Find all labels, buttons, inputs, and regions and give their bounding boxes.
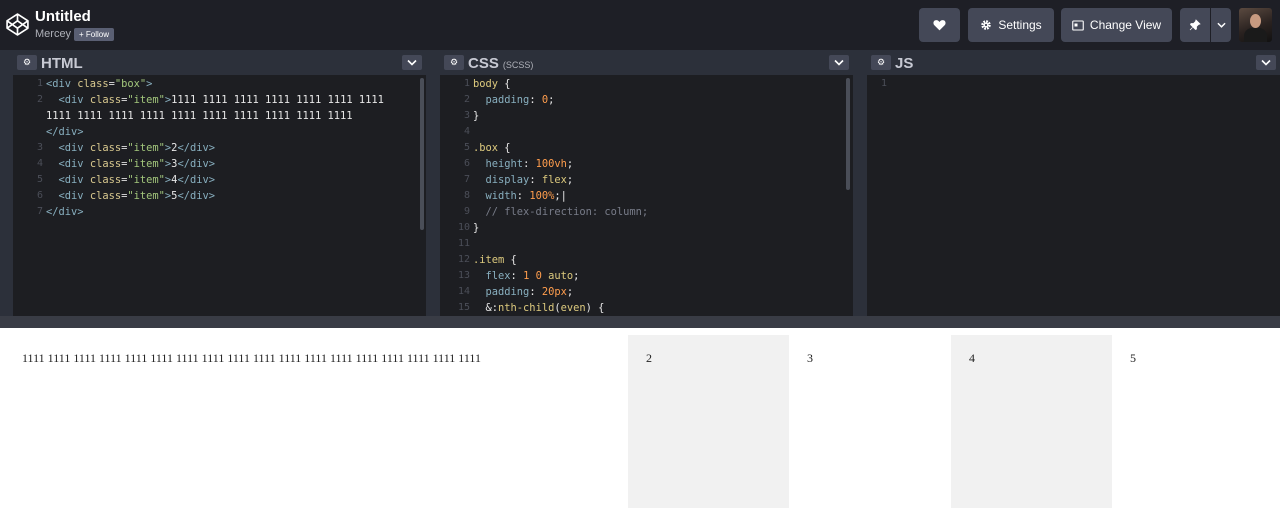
js-settings-button[interactable]: ⚙ bbox=[871, 55, 891, 70]
pin-dropdown-button[interactable] bbox=[1211, 8, 1231, 42]
code-line: 2 <div class="item">1111 1111 1111 1111 … bbox=[36, 94, 384, 106]
avatar-body bbox=[1244, 28, 1267, 42]
code-line: 1 <div class="box"> bbox=[36, 78, 153, 90]
settings-label: Settings bbox=[998, 18, 1042, 32]
code-line: 1 bbox=[880, 78, 887, 89]
html-panel-header: ⚙ HTML bbox=[13, 50, 426, 75]
code-line: 1111 1111 1111 1111 1111 1111 1111 1111 … bbox=[46, 110, 353, 122]
code-line: 13 flex: 1 0 auto; bbox=[457, 270, 580, 282]
code-line: 4 <div class="item">3</div> bbox=[36, 158, 215, 170]
html-scrollbar[interactable] bbox=[420, 78, 424, 230]
preview-item-4: 4 bbox=[951, 335, 1112, 508]
preview-item-3: 3 bbox=[807, 351, 813, 365]
css-settings-button[interactable]: ⚙ bbox=[444, 55, 464, 70]
code-line: </div> bbox=[46, 126, 84, 138]
preview-item-1: 1111 1111 1111 1111 1111 1111 1111 1111 … bbox=[22, 351, 481, 365]
code-line: 12 .item { bbox=[457, 254, 517, 266]
css-preprocessor-label: (SCSS) bbox=[502, 60, 534, 70]
pin-button[interactable] bbox=[1180, 8, 1210, 42]
avatar-face bbox=[1250, 14, 1261, 28]
author-name[interactable]: Mercey bbox=[35, 28, 71, 40]
js-editor[interactable]: 1 bbox=[867, 76, 1280, 316]
code-line: 5 <div class="item">4</div> bbox=[36, 174, 215, 186]
js-panel-menu-button[interactable] bbox=[1256, 55, 1276, 70]
code-line: 15 &:nth-child(even) { bbox=[457, 302, 605, 314]
pen-title[interactable]: Untitled bbox=[35, 8, 91, 25]
js-panel: ⚙ JS 1 bbox=[867, 50, 1280, 316]
code-line: 6 height: 100vh; bbox=[463, 158, 574, 170]
settings-button[interactable]: Settings bbox=[968, 8, 1054, 42]
chevron-down-icon bbox=[1216, 22, 1226, 28]
code-line: 1 body { bbox=[463, 78, 511, 90]
chevron-down-icon bbox=[834, 59, 844, 66]
html-settings-button[interactable]: ⚙ bbox=[17, 55, 37, 70]
css-panel-title: CSS (SCSS) bbox=[468, 55, 534, 72]
chevron-down-icon bbox=[1261, 59, 1271, 66]
preview-item-2: 2 bbox=[628, 335, 789, 508]
chevron-down-icon bbox=[407, 59, 417, 66]
html-panel: ⚙ HTML 1 <div class="box"> 2 <div class="… bbox=[13, 50, 426, 316]
change-view-label: Change View bbox=[1089, 18, 1162, 32]
gear-icon bbox=[981, 20, 992, 30]
change-view-button[interactable]: Change View bbox=[1061, 8, 1172, 42]
css-editor[interactable]: 1 body { 2 padding: 0; 3} 4 5 .box { 6 hei… bbox=[440, 76, 853, 316]
css-panel-menu-button[interactable] bbox=[829, 55, 849, 70]
js-panel-header: ⚙ JS bbox=[867, 50, 1280, 75]
preview-item-5: 5 bbox=[1130, 351, 1136, 365]
html-panel-title: HTML bbox=[41, 55, 83, 72]
css-panel: ⚙ CSS (SCSS) 1 body { 2 padding: 0; 3} 4 5… bbox=[440, 50, 853, 316]
code-line: 10} bbox=[457, 222, 480, 234]
code-line: 4 bbox=[463, 126, 470, 137]
code-line: 2 padding: 0; bbox=[463, 94, 555, 106]
code-line: 9 // flex-direction: column; bbox=[463, 206, 649, 218]
change-view-icon bbox=[1072, 19, 1084, 31]
code-line: 7 </div> bbox=[36, 206, 84, 218]
code-line: 6 <div class="item">5</div> bbox=[36, 190, 215, 202]
html-panel-menu-button[interactable] bbox=[402, 55, 422, 70]
code-line: 8 width: 100%;| bbox=[463, 190, 567, 202]
resize-bar[interactable] bbox=[0, 316, 1280, 328]
code-line: 11 bbox=[457, 238, 470, 249]
html-editor[interactable]: 1 <div class="box"> 2 <div class="item">1… bbox=[13, 76, 426, 316]
codepen-logo-icon[interactable] bbox=[5, 12, 30, 37]
js-panel-title: JS bbox=[895, 55, 914, 72]
code-line: 3} bbox=[463, 110, 480, 122]
heart-icon bbox=[933, 20, 946, 31]
avatar[interactable] bbox=[1239, 8, 1272, 42]
love-button[interactable] bbox=[919, 8, 960, 42]
follow-button[interactable]: + Follow bbox=[74, 28, 115, 41]
preview-pane: 1111 1111 1111 1111 1111 1111 1111 1111 … bbox=[0, 328, 1280, 508]
top-bar: Untitled Mercey + Follow Settings Change… bbox=[0, 0, 1280, 50]
pin-icon bbox=[1189, 19, 1201, 31]
css-scrollbar[interactable] bbox=[846, 78, 850, 190]
code-line: 5 .box { bbox=[463, 142, 511, 154]
code-line: 3 <div class="item">2</div> bbox=[36, 142, 215, 154]
code-line: 14 padding: 20px; bbox=[457, 286, 574, 298]
code-line: 7 display: flex; bbox=[463, 174, 574, 186]
editor-area: ⚙ HTML 1 <div class="box"> 2 <div class="… bbox=[0, 50, 1280, 316]
css-panel-header: ⚙ CSS (SCSS) bbox=[440, 50, 853, 75]
